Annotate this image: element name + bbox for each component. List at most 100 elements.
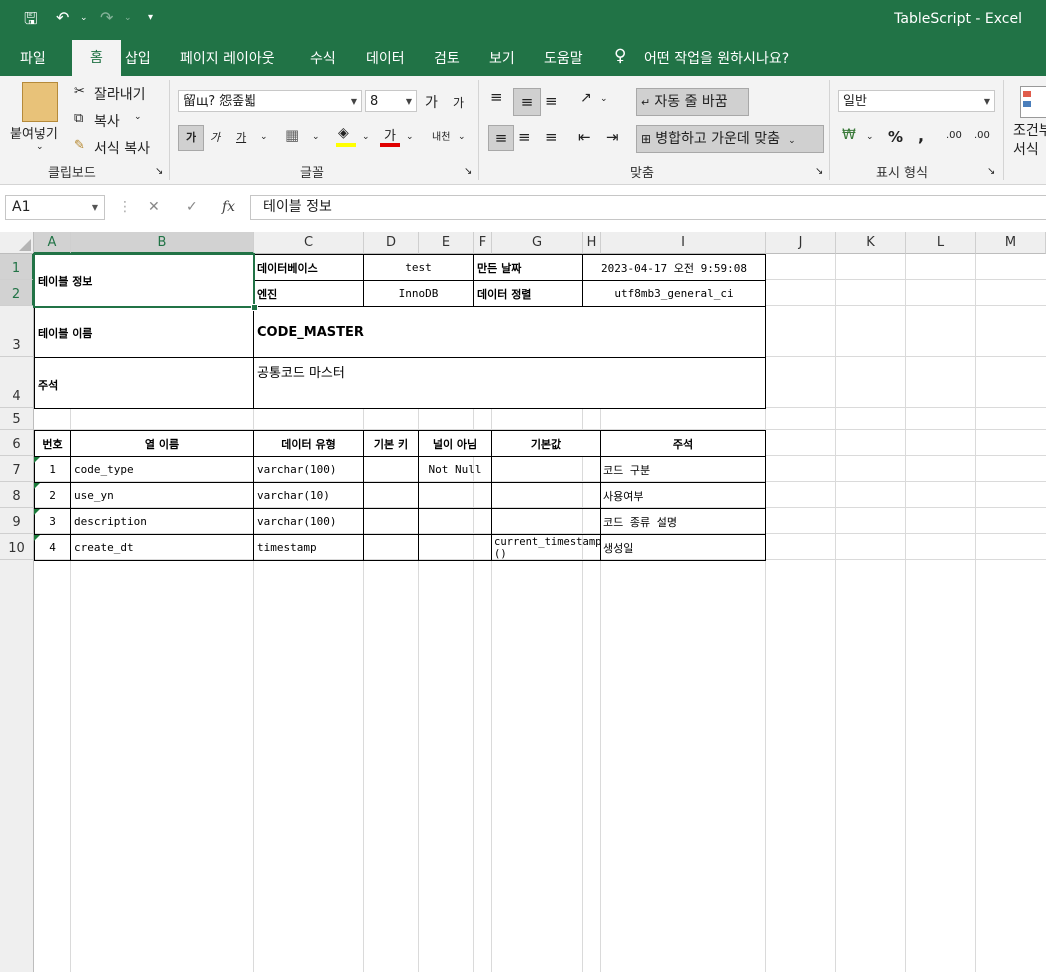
select-all-corner[interactable] bbox=[0, 232, 34, 254]
tab-page-layout[interactable]: 페이지 레이아웃 bbox=[180, 48, 275, 68]
fill-handle[interactable] bbox=[251, 304, 258, 311]
increase-decimal-button[interactable]: .00 bbox=[946, 130, 962, 141]
font-launcher-icon[interactable]: ↘ bbox=[464, 166, 472, 177]
currency-icon[interactable]: ₩ bbox=[842, 127, 856, 143]
column-header-j[interactable]: J bbox=[766, 232, 836, 254]
fill-color-dropdown-icon[interactable]: ⌄ bbox=[362, 132, 370, 142]
font-color-button[interactable]: 가 bbox=[384, 125, 396, 144]
tab-data[interactable]: 데이터 bbox=[366, 48, 405, 68]
wrap-text-button[interactable]: ↵ 자동 줄 바꿈 bbox=[636, 88, 749, 116]
save-icon[interactable]: 🖫 bbox=[24, 8, 38, 35]
row1-comment[interactable]: 코드 구분 bbox=[600, 456, 766, 483]
header-default[interactable]: 기본값 bbox=[491, 430, 601, 457]
tab-insert[interactable]: 삽입 bbox=[125, 48, 151, 68]
row1-pk[interactable] bbox=[363, 456, 419, 483]
row-header-3[interactable]: 3 bbox=[0, 306, 34, 357]
tab-review[interactable]: 검토 bbox=[434, 48, 460, 68]
header-data-type[interactable]: 데이터 유형 bbox=[253, 430, 364, 457]
table-name-value[interactable]: CODE_MASTER bbox=[253, 306, 766, 358]
header-primary-key[interactable]: 기본 키 bbox=[363, 430, 419, 457]
row3-name[interactable]: description bbox=[70, 508, 254, 535]
column-header-b[interactable]: B bbox=[71, 232, 254, 254]
font-color-dropdown-icon[interactable]: ⌄ bbox=[406, 132, 414, 142]
row3-type[interactable]: varchar(100) bbox=[253, 508, 364, 535]
row-header-7[interactable]: 7 bbox=[0, 456, 34, 482]
tab-file[interactable]: 파일 bbox=[20, 48, 46, 68]
number-launcher-icon[interactable]: ↘ bbox=[987, 166, 995, 177]
row3-pk[interactable] bbox=[363, 508, 419, 535]
redo-icon[interactable]: ↷ bbox=[100, 8, 113, 27]
tab-home[interactable]: 홈 bbox=[72, 40, 121, 76]
row1-default[interactable] bbox=[491, 456, 601, 483]
row-header-4[interactable]: 4 bbox=[0, 357, 34, 408]
column-header-k[interactable]: K bbox=[836, 232, 906, 254]
collation-value[interactable]: utf8mb3_general_ci bbox=[582, 280, 766, 307]
row-header-1[interactable]: 1 bbox=[0, 254, 34, 280]
paste-button[interactable]: 붙여넣기 bbox=[10, 123, 58, 142]
comment-label[interactable]: 주석 bbox=[34, 357, 254, 409]
row2-notnull[interactable] bbox=[418, 482, 492, 509]
database-label[interactable]: 데이터베이스 bbox=[253, 254, 364, 281]
phonetic-button[interactable]: 내천 bbox=[432, 128, 450, 143]
number-format-combo[interactable]: 일반 ▼ bbox=[838, 90, 995, 112]
header-comment[interactable]: 주석 bbox=[600, 430, 766, 457]
increase-indent-icon[interactable]: ⇥ bbox=[606, 128, 619, 146]
row3-comment[interactable]: 코드 종류 설명 bbox=[600, 508, 766, 535]
shrink-font-button[interactable]: 가 bbox=[453, 94, 464, 111]
column-header-a[interactable]: A bbox=[34, 232, 71, 254]
redo-dropdown-icon[interactable]: ⌄ bbox=[124, 13, 132, 23]
table-name-label[interactable]: 테이블 이름 bbox=[34, 306, 254, 358]
paste-dropdown-icon[interactable]: ⌄ bbox=[36, 142, 44, 152]
format-painter-icon[interactable]: ✎ bbox=[74, 138, 85, 153]
italic-button[interactable]: 가 bbox=[210, 129, 220, 145]
cancel-icon[interactable]: ✕ bbox=[148, 199, 160, 215]
column-header-d[interactable]: D bbox=[364, 232, 419, 254]
row2-type[interactable]: varchar(10) bbox=[253, 482, 364, 509]
align-top-icon[interactable]: ≡ bbox=[490, 88, 503, 106]
fill-color-icon[interactable]: ◈ bbox=[338, 125, 349, 141]
undo-icon[interactable]: ↶ bbox=[56, 8, 69, 27]
row2-comment[interactable]: 사용여부 bbox=[600, 482, 766, 509]
copy-dropdown-icon[interactable]: ⌄ bbox=[134, 112, 142, 122]
copy-icon[interactable]: ⧉ bbox=[74, 111, 83, 126]
row-header-9[interactable]: 9 bbox=[0, 508, 34, 534]
column-header-m[interactable]: M bbox=[976, 232, 1046, 254]
orientation-dropdown-icon[interactable]: ⌄ bbox=[600, 94, 608, 104]
currency-dropdown-icon[interactable]: ⌄ bbox=[866, 132, 874, 142]
column-header-e[interactable]: E bbox=[419, 232, 474, 254]
align-middle-icon[interactable]: ≡ bbox=[513, 88, 541, 116]
header-column-name[interactable]: 열 이름 bbox=[70, 430, 254, 457]
clipboard-launcher-icon[interactable]: ↘ bbox=[155, 166, 163, 177]
orientation-icon[interactable]: ↗ bbox=[580, 90, 592, 106]
row-header-2[interactable]: 2 bbox=[0, 280, 34, 306]
collation-label[interactable]: 데이터 정렬 bbox=[473, 280, 583, 307]
created-date-value[interactable]: 2023-04-17 오전 9:59:08 bbox=[582, 254, 766, 281]
comment-value[interactable]: 공통코드 마스터 bbox=[253, 357, 766, 409]
scissors-icon[interactable]: ✂ bbox=[74, 84, 85, 99]
row4-comment[interactable]: 생성일 bbox=[600, 534, 766, 561]
column-header-f[interactable]: F bbox=[474, 232, 492, 254]
row3-default[interactable] bbox=[491, 508, 601, 535]
row4-notnull[interactable] bbox=[418, 534, 492, 561]
bold-button[interactable]: 가 bbox=[178, 125, 204, 151]
copy-button[interactable]: 복사 bbox=[94, 111, 120, 131]
font-size-combo[interactable]: 8 ▼ bbox=[365, 90, 417, 112]
border-dropdown-icon[interactable]: ⌄ bbox=[312, 132, 320, 142]
paste-icon[interactable] bbox=[22, 82, 58, 122]
enter-icon[interactable]: ✓ bbox=[186, 199, 198, 215]
decrease-decimal-button[interactable]: .00 bbox=[974, 130, 990, 141]
column-header-g[interactable]: G bbox=[492, 232, 583, 254]
tab-view[interactable]: 보기 bbox=[489, 48, 515, 68]
row4-default[interactable]: current_timestamp () bbox=[491, 534, 601, 561]
name-box[interactable]: A1 ▼ bbox=[5, 195, 105, 220]
conditional-format-icon[interactable] bbox=[1020, 86, 1046, 118]
undo-dropdown-icon[interactable]: ⌄ bbox=[80, 13, 88, 23]
column-header-c[interactable]: C bbox=[254, 232, 364, 254]
created-date-label[interactable]: 만든 날짜 bbox=[473, 254, 583, 281]
header-no[interactable]: 번호 bbox=[34, 430, 71, 457]
align-left-icon[interactable]: ≡ bbox=[488, 125, 514, 151]
phonetic-dropdown-icon[interactable]: ⌄ bbox=[458, 132, 466, 142]
cut-button[interactable]: 잘라내기 bbox=[94, 84, 146, 104]
row-header-6[interactable]: 6 bbox=[0, 430, 34, 456]
underline-button[interactable]: 가 bbox=[236, 129, 246, 145]
